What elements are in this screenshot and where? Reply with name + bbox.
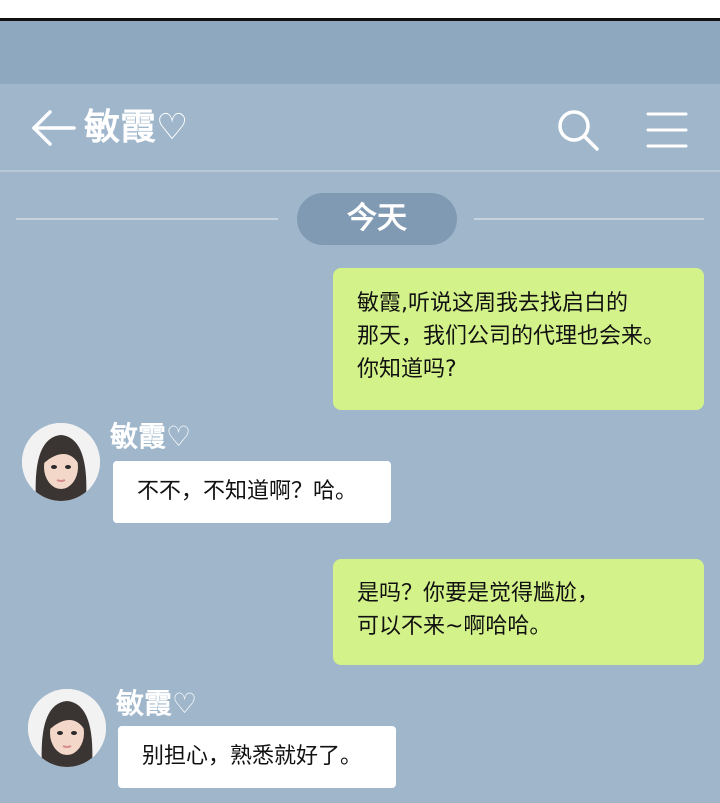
incoming-message-bubble[interactable]: 别担心，熟悉就好了。	[118, 726, 396, 788]
incoming-message-bubble[interactable]: 不不，不知道啊？哈。	[113, 461, 391, 523]
status-bar	[0, 21, 720, 84]
message-line: 敏霞,听说这周我去找启白的	[357, 291, 628, 316]
message-line: 是吗？你要是觉得尴尬，	[357, 581, 600, 606]
outgoing-message-bubble[interactable]: 是吗？你要是觉得尴尬， 可以不来~啊哈哈。	[333, 559, 704, 665]
date-divider-left	[16, 218, 278, 220]
back-arrow-icon[interactable]	[28, 106, 76, 150]
menu-icon[interactable]	[646, 110, 688, 150]
chat-title: 敏霞♡	[84, 107, 189, 148]
avatar[interactable]	[28, 689, 106, 767]
message-text: 别担心，熟悉就好了。	[142, 744, 363, 769]
date-separator: 今天	[297, 193, 457, 245]
outgoing-message-bubble[interactable]: 敏霞,听说这周我去找启白的 那天，我们公司的代理也会来。 你知道吗?	[333, 268, 704, 410]
message-line: 可以不来~啊哈哈。	[357, 614, 552, 639]
message-line: 你知道吗?	[357, 357, 457, 382]
message-line: 那天，我们公司的代理也会来。	[357, 324, 666, 349]
sender-name: 敏霞♡	[116, 687, 198, 720]
search-icon[interactable]	[556, 108, 600, 152]
date-divider-right	[474, 218, 704, 220]
message-text: 不不，不知道啊？哈。	[137, 479, 358, 504]
top-strip	[0, 0, 720, 21]
avatar[interactable]	[22, 423, 100, 501]
sender-name: 敏霞♡	[110, 420, 192, 453]
